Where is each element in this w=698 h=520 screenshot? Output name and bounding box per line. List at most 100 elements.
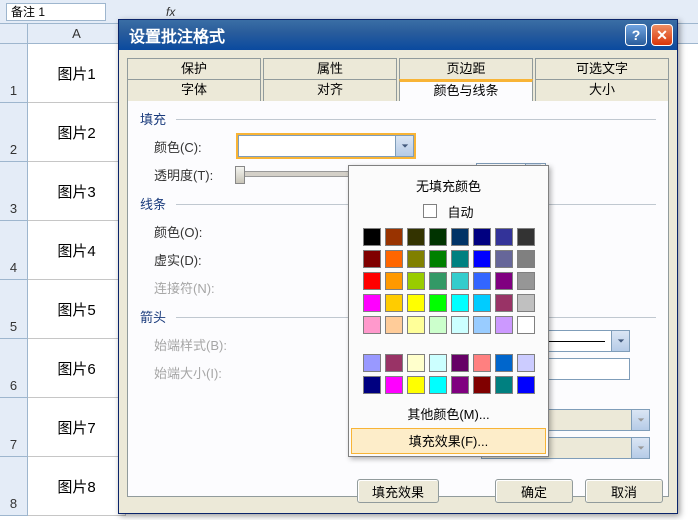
fill-color-select[interactable] — [238, 135, 414, 157]
connector-label: 连接符(N): — [154, 278, 238, 297]
row-header[interactable]: 6 — [0, 339, 28, 398]
cell[interactable]: 图片4 — [28, 221, 126, 280]
row-header[interactable]: 5 — [0, 280, 28, 339]
chevron-down-icon — [631, 410, 649, 430]
color-swatch[interactable] — [451, 354, 469, 372]
fill-effects-hint-button[interactable]: 填充效果 — [357, 479, 439, 503]
tab-可选文字[interactable]: 可选文字 — [535, 58, 669, 80]
tab-页边距[interactable]: 页边距 — [399, 58, 533, 80]
color-swatch[interactable] — [385, 294, 403, 312]
color-swatch[interactable] — [495, 316, 513, 334]
no-fill-option[interactable]: 无填充颜色 — [349, 172, 548, 198]
color-swatch[interactable] — [385, 354, 403, 372]
color-swatch[interactable] — [407, 250, 425, 268]
color-swatch[interactable] — [385, 250, 403, 268]
help-button[interactable]: ? — [625, 24, 647, 46]
color-swatch[interactable] — [495, 228, 513, 246]
auto-option[interactable]: 自动 — [349, 198, 548, 224]
color-swatch[interactable] — [473, 316, 491, 334]
color-swatch[interactable] — [407, 228, 425, 246]
color-swatch[interactable] — [473, 294, 491, 312]
color-swatch[interactable] — [495, 354, 513, 372]
color-picker-popup: 无填充颜色 自动 其他颜色(M)... 填充效果(F)... — [348, 165, 549, 457]
color-swatch[interactable] — [363, 376, 381, 394]
color-swatch[interactable] — [495, 376, 513, 394]
color-swatch[interactable] — [517, 316, 535, 334]
row-header[interactable]: 7 — [0, 398, 28, 457]
color-swatch[interactable] — [407, 272, 425, 290]
color-swatch[interactable] — [429, 294, 447, 312]
tab-颜色与线条[interactable]: 颜色与线条 — [399, 79, 533, 101]
name-box-input[interactable] — [6, 3, 106, 21]
color-swatch[interactable] — [473, 228, 491, 246]
slider-thumb[interactable] — [235, 166, 245, 184]
cell[interactable]: 图片3 — [28, 162, 126, 221]
color-swatch[interactable] — [385, 376, 403, 394]
cell[interactable]: 图片7 — [28, 398, 126, 457]
color-swatch[interactable] — [385, 228, 403, 246]
cell[interactable]: 图片2 — [28, 103, 126, 162]
color-swatch[interactable] — [451, 272, 469, 290]
color-swatch[interactable] — [363, 250, 381, 268]
color-swatch[interactable] — [517, 376, 535, 394]
color-swatch[interactable] — [473, 250, 491, 268]
tab-对齐[interactable]: 对齐 — [263, 79, 397, 101]
swatch-grid-extra — [349, 350, 548, 402]
tab-字体[interactable]: 字体 — [127, 79, 261, 101]
color-swatch[interactable] — [363, 354, 381, 372]
color-swatch[interactable] — [363, 228, 381, 246]
color-swatch[interactable] — [473, 354, 491, 372]
row-header[interactable]: 3 — [0, 162, 28, 221]
color-swatch[interactable] — [473, 272, 491, 290]
color-swatch[interactable] — [407, 376, 425, 394]
ok-button[interactable]: 确定 — [495, 479, 573, 503]
row-header[interactable]: 8 — [0, 457, 28, 516]
color-swatch[interactable] — [429, 250, 447, 268]
color-swatch[interactable] — [429, 354, 447, 372]
color-swatch[interactable] — [429, 316, 447, 334]
color-swatch[interactable] — [407, 316, 425, 334]
color-swatch[interactable] — [407, 294, 425, 312]
color-swatch[interactable] — [429, 272, 447, 290]
col-header-a[interactable]: A — [28, 24, 126, 43]
color-swatch[interactable] — [385, 316, 403, 334]
tab-属性[interactable]: 属性 — [263, 58, 397, 80]
color-swatch[interactable] — [429, 228, 447, 246]
color-swatch[interactable] — [517, 294, 535, 312]
color-swatch[interactable] — [451, 316, 469, 334]
color-swatch[interactable] — [517, 272, 535, 290]
tab-保护[interactable]: 保护 — [127, 58, 261, 80]
titlebar[interactable]: 设置批注格式 ? ✕ — [119, 20, 677, 50]
cancel-button[interactable]: 取消 — [585, 479, 663, 503]
color-swatch[interactable] — [451, 228, 469, 246]
color-swatch[interactable] — [429, 376, 447, 394]
cell[interactable]: 图片6 — [28, 339, 126, 398]
color-swatch[interactable] — [451, 250, 469, 268]
row-header[interactable]: 2 — [0, 103, 28, 162]
color-swatch[interactable] — [407, 354, 425, 372]
close-button[interactable]: ✕ — [651, 24, 673, 46]
color-swatch[interactable] — [495, 294, 513, 312]
color-swatch[interactable] — [517, 228, 535, 246]
auto-swatch — [423, 204, 437, 218]
color-swatch[interactable] — [517, 354, 535, 372]
color-swatch[interactable] — [517, 250, 535, 268]
color-swatch[interactable] — [451, 294, 469, 312]
other-colors-option[interactable]: 其他颜色(M)... — [349, 402, 548, 428]
row-header[interactable]: 1 — [0, 44, 28, 103]
cell[interactable]: 图片8 — [28, 457, 126, 516]
color-swatch[interactable] — [363, 294, 381, 312]
tab-大小[interactable]: 大小 — [535, 79, 669, 101]
cell[interactable]: 图片5 — [28, 280, 126, 339]
color-swatch[interactable] — [473, 376, 491, 394]
color-swatch[interactable] — [495, 250, 513, 268]
color-swatch[interactable] — [495, 272, 513, 290]
cell[interactable]: 图片1 — [28, 44, 126, 103]
color-swatch[interactable] — [363, 272, 381, 290]
fill-effects-option[interactable]: 填充效果(F)... — [351, 428, 546, 454]
color-swatch[interactable] — [385, 272, 403, 290]
row-header[interactable]: 4 — [0, 221, 28, 280]
color-swatch[interactable] — [363, 316, 381, 334]
chevron-down-icon — [631, 438, 649, 458]
color-swatch[interactable] — [451, 376, 469, 394]
